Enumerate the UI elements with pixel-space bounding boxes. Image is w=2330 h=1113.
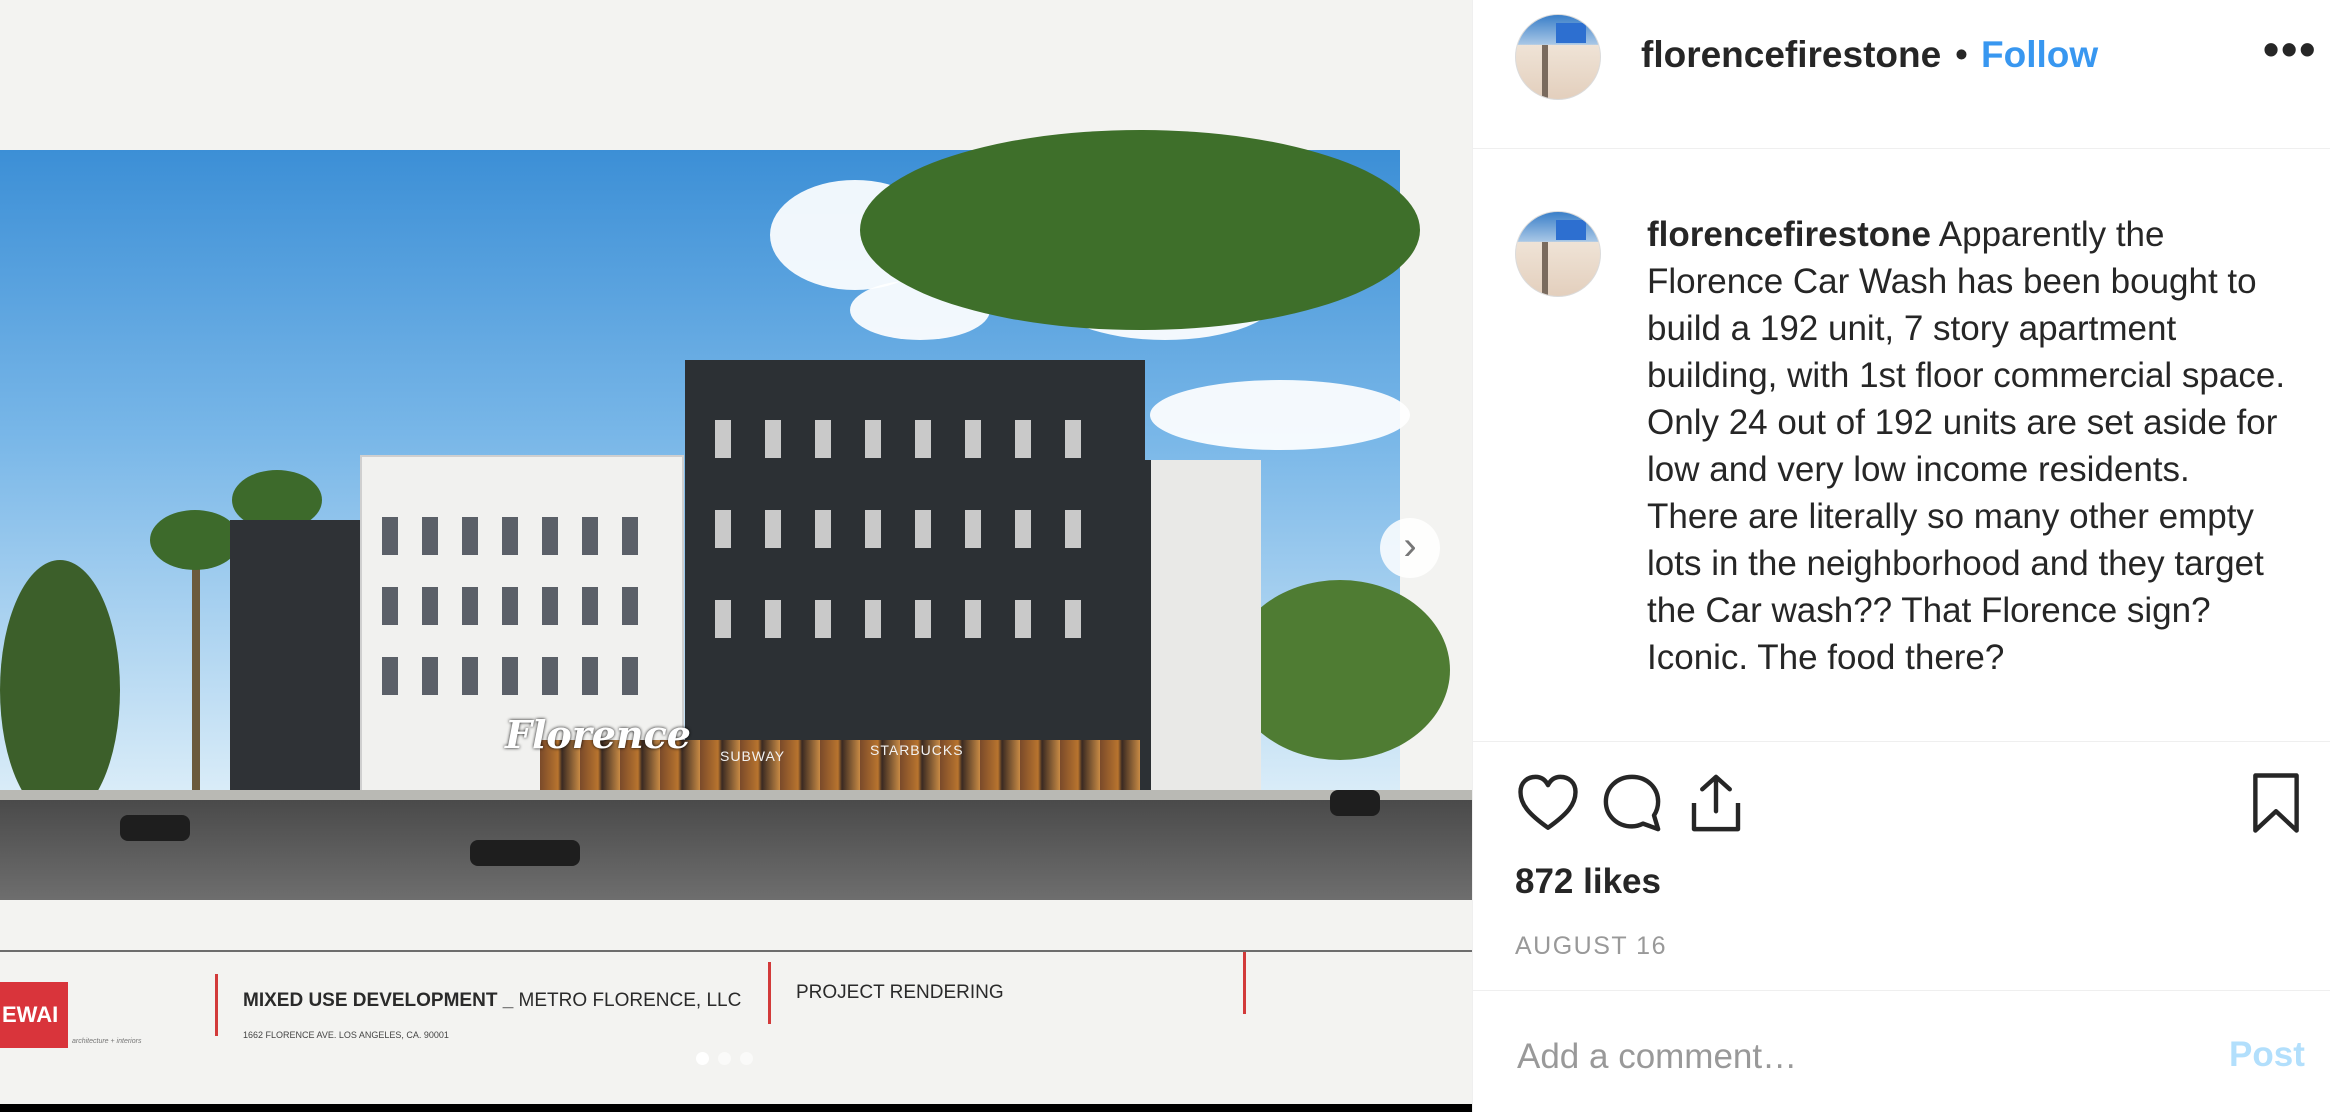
carousel-dot-active[interactable] [696, 1052, 709, 1065]
header-username[interactable]: florencefirestone [1641, 34, 1941, 76]
document-title-bold: MIXED USE DEVELOPMENT _ [243, 990, 514, 1011]
comment-input[interactable] [1515, 1031, 2199, 1083]
avatar[interactable] [1515, 14, 1601, 100]
logo-text: EWAI [2, 1002, 59, 1027]
caption-area: florencefirestone Apparently the Florenc… [1473, 149, 2330, 742]
store-sign-subway: SUBWAY [720, 748, 786, 764]
logo-subtitle: architecture + interiors [72, 1038, 142, 1045]
cloud [1150, 380, 1410, 450]
store-sign-starbucks: STARBUCKS [870, 742, 964, 758]
action-bar [1473, 742, 2330, 872]
caption: florencefirestone Apparently the Florenc… [1647, 211, 2297, 681]
post-header: florencefirestone • Follow ••• [1473, 0, 2330, 149]
document-title-rest: METRO FLORENCE, LLC [513, 990, 742, 1011]
car [120, 815, 190, 841]
palm-tree [150, 510, 240, 570]
tree [1230, 580, 1450, 760]
document-rendering-label: PROJECT RENDERING [796, 982, 1004, 1003]
tree [860, 130, 1420, 330]
palm-tree [192, 560, 200, 800]
post-date[interactable]: AUGUST 16 [1515, 932, 1667, 961]
share-icon[interactable] [1683, 770, 1749, 836]
header-separator: • [1955, 34, 1968, 75]
caption-text: Apparently the Florence Car Wash has bee… [1647, 215, 2286, 677]
red-divider [768, 962, 771, 1024]
carousel-dots [696, 1052, 753, 1068]
document-address: 1662 FLORENCE AVE. LOS ANGELES, CA. 9000… [243, 1030, 449, 1040]
document-title: MIXED USE DEVELOPMENT _ METRO FLORENCE, … [243, 990, 741, 1012]
next-icon[interactable]: › [1380, 518, 1440, 578]
red-divider [1243, 952, 1246, 1014]
likes-count[interactable]: 872 likes [1515, 862, 1661, 902]
red-divider [215, 974, 218, 1036]
photo-bottom-bar [0, 1104, 1472, 1112]
post-photo[interactable]: Florence SUBWAY STARBUCKS EWAI architect… [0, 0, 1472, 1104]
carousel-dot[interactable] [740, 1052, 753, 1065]
heart-icon[interactable] [1515, 770, 1581, 836]
comment-icon[interactable] [1599, 770, 1665, 836]
caption-username[interactable]: florencefirestone [1647, 215, 1931, 254]
document-rule [0, 950, 1472, 952]
caption-avatar[interactable] [1515, 211, 1601, 297]
more-icon[interactable]: ••• [2263, 22, 2317, 76]
car [1330, 790, 1380, 816]
florence-sign: Florence [505, 712, 691, 757]
bookmark-icon[interactable] [2243, 770, 2309, 836]
carousel-dot[interactable] [718, 1052, 731, 1065]
follow-button[interactable]: Follow [1981, 34, 2098, 76]
building-rear [230, 520, 370, 800]
ewai-logo: EWAI [0, 982, 68, 1048]
street [0, 800, 1472, 900]
building-side [1145, 460, 1261, 810]
post-panel: florencefirestone • Follow ••• florencef… [1472, 0, 2330, 1112]
comment-bar: Post [1473, 990, 2330, 1113]
tree [0, 560, 120, 820]
car [470, 840, 580, 866]
post-button[interactable]: Post [2229, 1035, 2305, 1075]
